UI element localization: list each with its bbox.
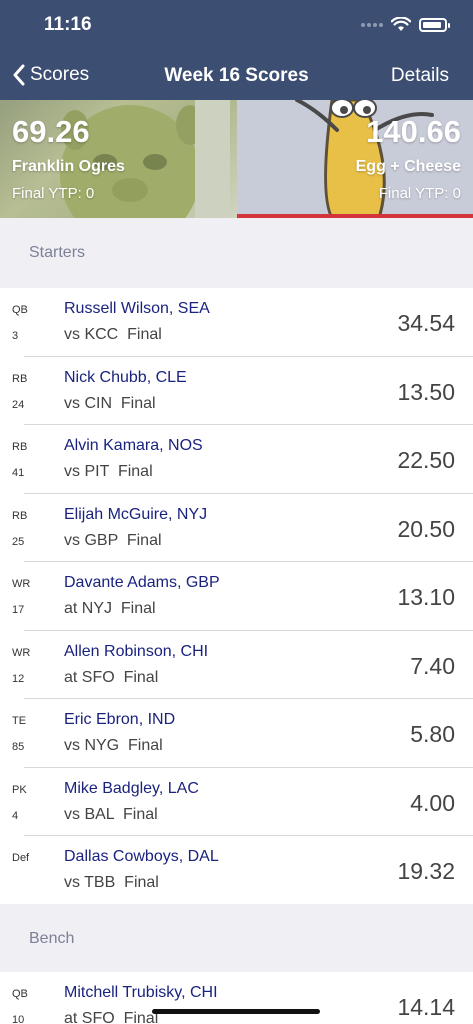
player-row[interactable]: PK 4 Mike Badgley, LAC vs BAL Final 4.00 xyxy=(0,768,473,837)
player-points: 34.54 xyxy=(397,310,455,336)
game-status: at SFO Final xyxy=(64,668,159,686)
position-label: QB xyxy=(12,988,28,1000)
starters-section-header: Starters xyxy=(0,218,473,288)
position-label: RB xyxy=(12,441,28,453)
player-points: 13.10 xyxy=(397,584,455,610)
player-name-link[interactable]: Mitchell Trubisky, CHI xyxy=(64,984,218,1002)
player-points: 13.50 xyxy=(397,378,455,405)
jersey-number: 4 xyxy=(12,809,19,822)
game-status: at NYJ Final xyxy=(64,600,156,617)
jersey-number: 41 xyxy=(12,467,25,479)
player-row[interactable]: QB 3 Russell Wilson, SEA vs KCC Final 34… xyxy=(0,288,473,357)
player-points: 5.80 xyxy=(410,721,455,747)
jersey-number: 10 xyxy=(12,1014,25,1024)
player-name-link[interactable]: Allen Robinson, CHI xyxy=(64,643,208,661)
game-status: vs TBB Final xyxy=(64,874,159,891)
jersey-number: 24 xyxy=(12,398,25,411)
position-label: RB xyxy=(12,509,28,522)
player-points: 4.00 xyxy=(410,789,455,816)
position-label: WR xyxy=(12,646,31,659)
home-team-score: 69.26 xyxy=(12,114,90,149)
home-indicator[interactable] xyxy=(152,1009,320,1014)
signal-icon xyxy=(361,22,383,27)
position-label: TE xyxy=(12,715,27,727)
position-label: PK xyxy=(12,783,27,796)
wifi-icon xyxy=(391,17,411,31)
player-name-link[interactable]: Russell Wilson, SEA xyxy=(64,300,210,318)
jersey-number: 25 xyxy=(12,535,25,548)
player-points: 22.50 xyxy=(397,447,455,473)
position-label: WR xyxy=(12,578,31,590)
jersey-number: 3 xyxy=(12,330,19,342)
home-team-ytp: Final YTP: 0 xyxy=(12,185,95,202)
player-name-link[interactable]: Mike Badgley, LAC xyxy=(64,780,199,798)
away-team-name: Egg + Cheese xyxy=(355,158,461,175)
player-row[interactable]: Def Dallas Cowboys, DAL vs TBB Final 19.… xyxy=(0,836,473,905)
away-team-score: 140.66 xyxy=(366,114,461,149)
bench-label: Bench xyxy=(29,930,75,947)
away-team-panel[interactable]: 140.66 Egg + Cheese Final YTP: 0 xyxy=(236,100,473,218)
jersey-number: 85 xyxy=(12,741,25,753)
player-points: 20.50 xyxy=(397,515,455,542)
player-name-link[interactable]: Dallas Cowboys, DAL xyxy=(64,848,219,866)
status-time: 11:16 xyxy=(44,14,92,35)
game-status: vs KCC Final xyxy=(64,326,162,343)
away-team-ytp: Final YTP: 0 xyxy=(378,185,461,202)
player-row[interactable]: TE 85 Eric Ebron, IND vs NYG Final 5.80 xyxy=(0,699,473,768)
game-status: vs BAL Final xyxy=(64,805,158,823)
bench-list: QB 10 Mitchell Trubisky, CHI at SFO Fina… xyxy=(0,972,473,1024)
starters-label: Starters xyxy=(29,244,86,261)
player-row[interactable]: WR 17 Davante Adams, GBP at NYJ Final 13… xyxy=(0,562,473,631)
jersey-number: 17 xyxy=(12,604,25,616)
player-points: 19.32 xyxy=(397,858,455,884)
matchup-header: 69.26 Franklin Ogres Final YTP: 0 140.66… xyxy=(0,100,473,218)
position-label: RB xyxy=(12,372,28,385)
battery-icon xyxy=(419,17,450,32)
player-points: 14.14 xyxy=(397,994,455,1020)
game-status: vs CIN Final xyxy=(64,394,156,412)
jersey-number: 12 xyxy=(12,672,25,685)
status-bar: 11:16 xyxy=(0,0,473,52)
player-name-link[interactable]: Elijah McGuire, NYJ xyxy=(64,506,207,524)
player-row[interactable]: RB 25 Elijah McGuire, NYJ vs GBP Final 2… xyxy=(0,494,473,563)
home-team-panel[interactable]: 69.26 Franklin Ogres Final YTP: 0 xyxy=(0,100,237,218)
nav-bar: Scores Week 16 Scores Details xyxy=(0,52,473,100)
player-name-link[interactable]: Nick Chubb, CLE xyxy=(64,369,187,387)
bench-section-header: Bench xyxy=(0,904,473,974)
player-points: 7.40 xyxy=(410,652,455,679)
player-name-link[interactable]: Davante Adams, GBP xyxy=(64,574,220,592)
game-status: vs NYG Final xyxy=(64,737,163,754)
player-row[interactable]: RB 24 Nick Chubb, CLE vs CIN Final 13.50 xyxy=(0,357,473,426)
player-name-link[interactable]: Eric Ebron, IND xyxy=(64,711,175,729)
position-label: Def xyxy=(12,852,30,864)
details-button[interactable]: Details xyxy=(391,65,449,87)
player-row[interactable]: RB 41 Alvin Kamara, NOS vs PIT Final 22.… xyxy=(0,425,473,494)
home-team-name: Franklin Ogres xyxy=(12,158,125,175)
player-name-link[interactable]: Alvin Kamara, NOS xyxy=(64,437,203,455)
status-icons xyxy=(361,17,450,32)
position-label: QB xyxy=(12,304,28,316)
starters-list: QB 3 Russell Wilson, SEA vs KCC Final 34… xyxy=(0,288,473,905)
game-status: vs PIT Final xyxy=(64,463,153,480)
game-status: vs GBP Final xyxy=(64,531,162,549)
player-row[interactable]: WR 12 Allen Robinson, CHI at SFO Final 7… xyxy=(0,631,473,700)
game-status: at SFO Final xyxy=(64,1010,159,1024)
player-row[interactable]: QB 10 Mitchell Trubisky, CHI at SFO Fina… xyxy=(0,972,473,1024)
